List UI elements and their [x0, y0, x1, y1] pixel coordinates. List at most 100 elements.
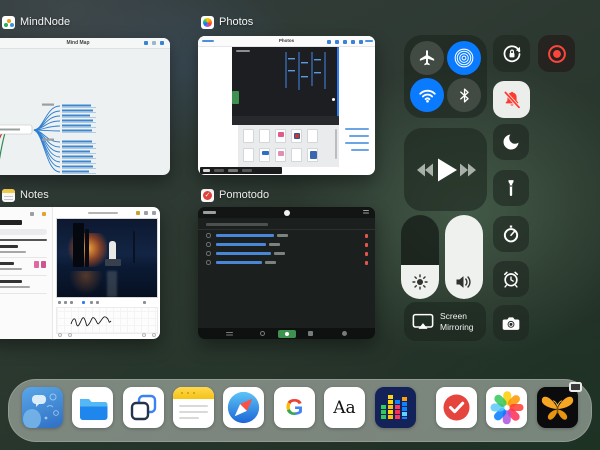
- wifi-icon: [418, 86, 437, 105]
- dock-app-pomotodo-recent[interactable]: [436, 387, 477, 428]
- divider: [198, 229, 375, 230]
- app-label-text: Pomotodo: [219, 189, 269, 201]
- flag-icon: [365, 234, 369, 238]
- fonts-aa-glyph: Aa: [333, 398, 355, 418]
- dock-app-photos-recent[interactable]: [486, 387, 527, 428]
- mindnode-titlebar: Mind Map: [0, 38, 170, 49]
- app-card-notes[interactable]: [0, 207, 160, 339]
- note-item-title[interactable]: [0, 280, 22, 283]
- note-photo-shuttle-launchpad: [56, 218, 158, 298]
- tab-stats-icon[interactable]: [308, 331, 313, 336]
- tool-icon: [64, 301, 67, 304]
- connectivity-block: [404, 35, 487, 118]
- task-row[interactable]: [198, 240, 375, 249]
- app-card-photos[interactable]: Photos: [198, 36, 375, 175]
- undo-icon: [58, 333, 62, 337]
- checkbox[interactable]: [206, 242, 211, 247]
- search-field[interactable]: [0, 229, 47, 235]
- task-tag: [274, 252, 285, 255]
- checkbox[interactable]: [206, 233, 211, 238]
- dock-app-blue-doodle[interactable]: [22, 387, 63, 428]
- volume-speaker-icon: [455, 274, 473, 290]
- tool-icon-active: [82, 301, 85, 304]
- note-item-title[interactable]: [0, 245, 18, 248]
- tool-icon: [70, 301, 73, 304]
- sidebar-link: [345, 142, 369, 144]
- tool-icon: [58, 301, 61, 304]
- notes-app-icon: [2, 189, 15, 202]
- dock-app-copied[interactable]: [123, 387, 164, 428]
- tab-timer-icon[interactable]: [260, 331, 265, 336]
- app-label-text: Notes: [20, 189, 49, 201]
- external-display-badge-icon: [569, 382, 582, 392]
- pomotodo-tabbar: [198, 328, 375, 339]
- fast-forward-icon: [460, 163, 468, 176]
- task-text: [216, 234, 274, 237]
- dock-app-files[interactable]: [72, 387, 113, 428]
- airplane-mode-toggle[interactable]: [410, 41, 444, 75]
- flashlight-button[interactable]: [493, 170, 529, 206]
- moon-icon: [501, 132, 521, 152]
- sidebar-title: [0, 220, 22, 225]
- task-tag: [269, 243, 280, 246]
- play-icon: [359, 40, 363, 44]
- dock-app-google[interactable]: G: [274, 387, 315, 428]
- tab-profile-icon[interactable]: [342, 331, 347, 336]
- dock-app-fonts[interactable]: Aa: [324, 387, 365, 428]
- photos-app-icon: [201, 16, 214, 29]
- camera-icon: [501, 313, 521, 333]
- bluetooth-toggle[interactable]: [447, 78, 481, 112]
- dock-app-butterfly-recent[interactable]: [537, 387, 578, 428]
- do-not-disturb-button[interactable]: [493, 124, 529, 160]
- task-row[interactable]: [198, 249, 375, 258]
- dock-app-pixel-stats[interactable]: [375, 387, 416, 428]
- timer-icon: [501, 224, 521, 244]
- menu-icon: [363, 210, 369, 211]
- notes-sidebar: [0, 207, 53, 339]
- silent-mode-button[interactable]: [493, 81, 530, 118]
- volume-slider[interactable]: [445, 215, 483, 299]
- wifi-toggle[interactable]: [410, 78, 444, 112]
- screen-mirroring-button[interactable]: Screen Mirroring: [404, 302, 486, 341]
- mind-map-canvas: [0, 49, 170, 175]
- flag-icon: [365, 243, 369, 247]
- dock-app-safari[interactable]: [223, 387, 264, 428]
- tab-list-icon[interactable]: [226, 332, 233, 333]
- handwriting: [57, 308, 157, 333]
- dock-app-notes[interactable]: [173, 387, 214, 428]
- files-folder-icon: [72, 387, 113, 428]
- note-item-title[interactable]: [0, 262, 14, 265]
- app-card-pomotodo[interactable]: [198, 207, 375, 339]
- sidebar-link: [351, 149, 369, 151]
- share-icon: [144, 211, 148, 215]
- rewind-icon: [417, 163, 425, 176]
- checkbox[interactable]: [206, 260, 211, 265]
- task-row[interactable]: [198, 231, 375, 240]
- alarm-button[interactable]: [493, 261, 529, 297]
- redo-icon: [68, 333, 72, 337]
- more-icon: [152, 211, 156, 215]
- notes-yellow-band: [173, 387, 214, 399]
- blue-doodle-icon: [22, 387, 63, 428]
- screen-recording-button[interactable]: [538, 35, 575, 72]
- bluetooth-icon: [456, 87, 473, 104]
- divider: [0, 257, 47, 258]
- page-icon: [152, 333, 156, 337]
- flag-icon: [365, 261, 369, 265]
- rotation-lock-button[interactable]: [493, 35, 530, 72]
- app-card-mindnode[interactable]: Mind Map: [0, 38, 170, 175]
- airdrop-toggle[interactable]: [447, 41, 481, 75]
- airdrop-icon: [454, 48, 474, 68]
- task-text: [216, 261, 262, 264]
- tab-pomodoro-active[interactable]: [278, 330, 296, 338]
- brightness-slider[interactable]: [401, 215, 439, 299]
- camera-button[interactable]: [493, 305, 529, 341]
- alarm-clock-icon: [501, 269, 521, 289]
- pomotodo-check-icon: [436, 387, 477, 428]
- new-task-input[interactable]: [206, 223, 268, 226]
- timer-button[interactable]: [493, 216, 529, 252]
- copied-squares-icon: [123, 387, 164, 428]
- task-row[interactable]: [198, 258, 375, 267]
- checkbox[interactable]: [206, 251, 211, 256]
- compose-icon: [42, 212, 46, 216]
